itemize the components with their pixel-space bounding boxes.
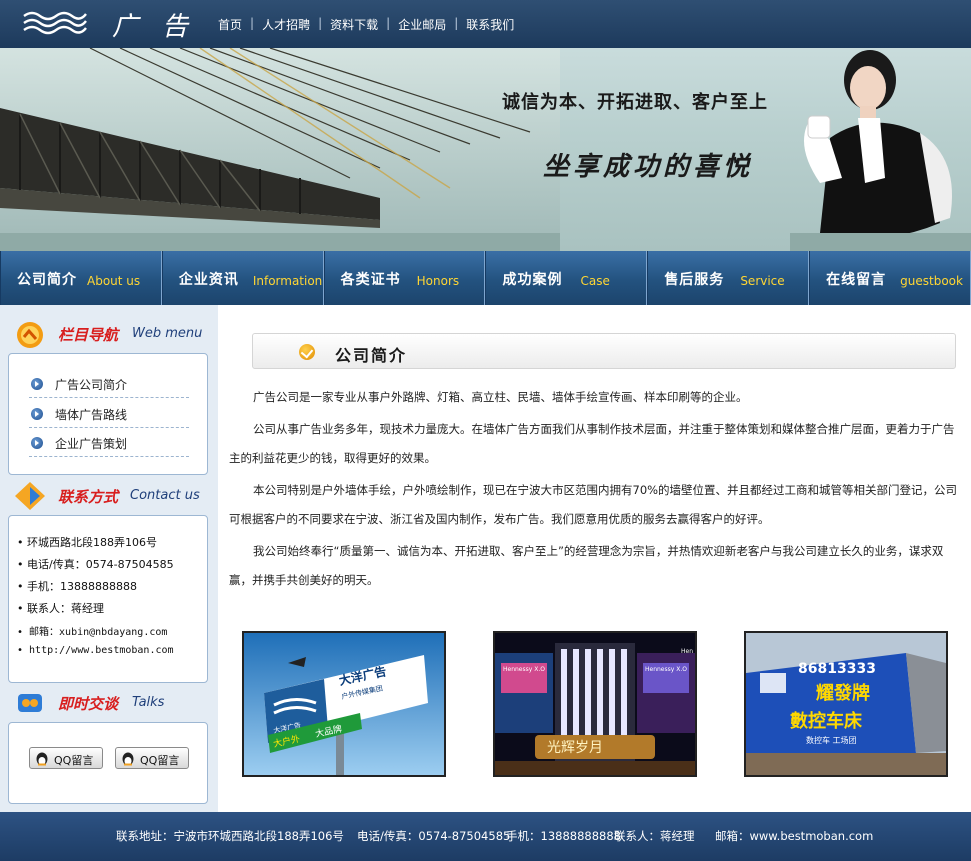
footer-phone: 电话/传真：0574-87504585 xyxy=(357,829,511,843)
wall-product: 數控车床 xyxy=(790,710,863,732)
contact-title: 联系方式 xyxy=(58,488,119,506)
web-menu-subtitle: Web menu xyxy=(132,326,203,341)
talks-subtitle: Talks xyxy=(132,695,165,710)
logo-waves-icon xyxy=(23,11,87,35)
banner-slogan-sub: 坐享成功的喜悦 xyxy=(543,152,754,182)
footer-address: 联系地址：宁波市环城西路北段188弄106号 xyxy=(116,829,344,843)
nav-downloads[interactable]: 资料下载 xyxy=(322,16,386,33)
talks-box: QQ留言 QQ留言 xyxy=(8,722,208,804)
main-nav-case[interactable]: 成功案例 Case xyxy=(485,251,648,305)
main-nav-label: 成功案例 xyxy=(502,272,563,288)
check-icon xyxy=(299,344,315,360)
section-title-bar: 公司简介 xyxy=(252,333,956,369)
talks-title: 即时交谈 xyxy=(58,695,119,713)
web-menu-title: 栏目导航 xyxy=(58,326,119,344)
contact-phone: • 电话/传真：0574-87504585 xyxy=(17,558,174,571)
menu-item-ad-planning[interactable]: 企业广告策划 xyxy=(29,429,189,457)
main-nav-sublabel: Case xyxy=(580,274,610,288)
bullet-arrow-icon xyxy=(31,378,43,390)
nav-home[interactable]: 首页 xyxy=(210,16,250,33)
main-nav-label: 售后服务 xyxy=(664,272,725,288)
qq-button-label: QQ留言 xyxy=(140,754,180,767)
talks-badge-icon xyxy=(18,694,42,712)
web-menu-header: 栏目导航 Web menu xyxy=(8,317,210,351)
bridge-image xyxy=(0,48,560,251)
qq-message-button[interactable]: QQ留言 xyxy=(115,747,189,769)
sign-hennessy-right: Hennessy X.O xyxy=(645,666,687,673)
main-nav-about[interactable]: 公司简介 About us xyxy=(0,251,162,305)
wall-ad-image: 86813333 耀發牌 數控车床 数控车 工场团 xyxy=(746,633,946,775)
footer: 联系地址：宁波市环城西路北段188弄106号 电话/传真：0574-875045… xyxy=(0,812,971,861)
main-nav-label: 公司简介 xyxy=(17,272,77,288)
main-nav-sublabel: Service xyxy=(740,274,785,288)
contact-email[interactable]: • 邮箱：xubin@nbdayang.com xyxy=(17,623,167,638)
main-nav-information[interactable]: 企业资讯 Information xyxy=(161,251,324,305)
contact-website[interactable]: • http://www.bestmoban.com xyxy=(17,645,174,656)
qq-penguin-icon xyxy=(122,752,134,766)
wall-ad-photo[interactable]: 86813333 耀發牌 數控车床 数控车 工场团 xyxy=(744,631,948,777)
bullet-arrow-icon xyxy=(31,437,43,449)
qq-message-button[interactable]: QQ留言 xyxy=(29,747,103,769)
main-nav: 公司简介 About us 企业资讯 Information 各类证书 Hono… xyxy=(0,251,971,305)
banner-slogan-main: 诚信为本、开拓进取、客户至上 xyxy=(502,92,768,113)
main-nav-label: 各类证书 xyxy=(340,272,401,288)
contact-header: 联系方式 Contact us xyxy=(8,479,210,513)
billboard-image: 大洋广告 户外传媒集团 大洋广告 大户外 大品牌 xyxy=(244,633,444,775)
main-nav-sublabel: Information xyxy=(252,274,323,288)
intro-paragraph: 本公司特别是户外墙体手绘，户外喷绘制作，现已在宁波大市区范围内拥有70%的墙壁位… xyxy=(229,483,958,526)
contact-subtitle: Contact us xyxy=(130,488,200,503)
contact-person: • 联系人：蒋经理 xyxy=(17,602,104,615)
sign-hennessy-left: Hennessy X.O xyxy=(503,666,545,673)
billboard-photo[interactable]: 大洋广告 户外传媒集团 大洋广告 大户外 大品牌 xyxy=(242,631,446,777)
web-menu-box: 广告公司简介 墙体广告路线 企业广告策划 xyxy=(8,353,208,475)
main-nav-label: 企业资讯 xyxy=(178,272,239,288)
top-nav: 首页 | 人才招聘 | 资料下载 | 企业邮局 | 联系我们 xyxy=(210,16,522,33)
bullet-arrow-icon xyxy=(31,408,43,420)
main-nav-guestbook[interactable]: 在线留言 guestbook xyxy=(809,251,971,305)
wall-subtext: 数控车 工场团 xyxy=(806,735,857,745)
talks-header: 即时交谈 Talks xyxy=(8,686,210,720)
contact-badge-icon xyxy=(15,482,45,510)
sidebar: 栏目导航 Web menu 广告公司简介 墙体广告路线 企业广告策划 联系方式 … xyxy=(0,305,218,812)
intro-paragraph: 公司从事广告业务多年，现技术力量庞大。在墙体广告方面我们从事制作技术层面，并注重… xyxy=(229,422,955,465)
main-nav-sublabel: guestbook xyxy=(900,274,963,288)
nav-jobs[interactable]: 人才招聘 xyxy=(254,16,318,33)
wall-brand: 耀發牌 xyxy=(816,682,870,704)
logo-text: 广告 xyxy=(112,12,213,42)
sign-hen: Hen xyxy=(681,648,693,655)
main-nav-sublabel: About us xyxy=(87,274,141,288)
businesswoman-image xyxy=(790,50,971,251)
menu-item-label: 企业广告策划 xyxy=(55,437,128,451)
footer-email[interactable]: 邮箱：www.bestmoban.com xyxy=(715,828,873,844)
intro-paragraph: 我公司始终奉行“质量第一、诚信为本、开拓进取、客户至上”的经营理念为宗旨，并热情… xyxy=(229,544,944,587)
contact-address: • 环城西路北段188弄106号 xyxy=(17,536,157,549)
qq-button-label: QQ留言 xyxy=(54,754,94,767)
nav-contact[interactable]: 联系我们 xyxy=(458,16,522,33)
menu-item-label: 墙体广告路线 xyxy=(55,408,128,422)
banner: 诚信为本、开拓进取、客户至上 坐享成功的喜悦 xyxy=(0,48,971,251)
footer-contact: 联系人：蒋经理 xyxy=(614,829,695,843)
section-title: 公司简介 xyxy=(335,346,408,365)
footer-mobile: 手机：13888888888 xyxy=(506,829,621,843)
nav-mail[interactable]: 企业邮局 xyxy=(390,16,454,33)
main-content: 公司简介 广告公司是一家专业从事户外路牌、灯箱、高立柱、民墙、墙体手绘宣传画、样… xyxy=(218,305,971,812)
intro-paragraph: 广告公司是一家专业从事户外路牌、灯箱、高立柱、民墙、墙体手绘宣传画、样本印刷等的… xyxy=(253,390,748,404)
night-building-image: Hennessy X.O Hennessy X.O Hen 光辉岁月 xyxy=(495,633,695,775)
main-nav-honors[interactable]: 各类证书 Honors xyxy=(323,251,486,305)
night-building-photo[interactable]: Hennessy X.O Hennessy X.O Hen 光辉岁月 xyxy=(493,631,697,777)
qq-penguin-icon xyxy=(36,752,48,766)
menu-badge-icon xyxy=(17,322,43,348)
main-nav-service[interactable]: 售后服务 Service xyxy=(647,251,810,305)
sign-glory-years: 光辉岁月 xyxy=(547,740,603,756)
menu-item-company-intro[interactable]: 广告公司简介 xyxy=(29,370,189,398)
main-nav-label: 在线留言 xyxy=(826,272,887,288)
wall-phone-number: 86813333 xyxy=(798,661,876,677)
menu-item-wall-routes[interactable]: 墙体广告路线 xyxy=(29,400,189,428)
menu-item-label: 广告公司简介 xyxy=(55,378,128,392)
top-bar: 广告 首页 | 人才招聘 | 资料下载 | 企业邮局 | 联系我们 xyxy=(0,0,971,48)
main-nav-sublabel: Honors xyxy=(416,274,460,288)
contact-mobile: • 手机：13888888888 xyxy=(17,580,137,593)
contact-box: • 环城西路北段188弄106号 • 电话/传真：0574-87504585 •… xyxy=(8,515,208,683)
